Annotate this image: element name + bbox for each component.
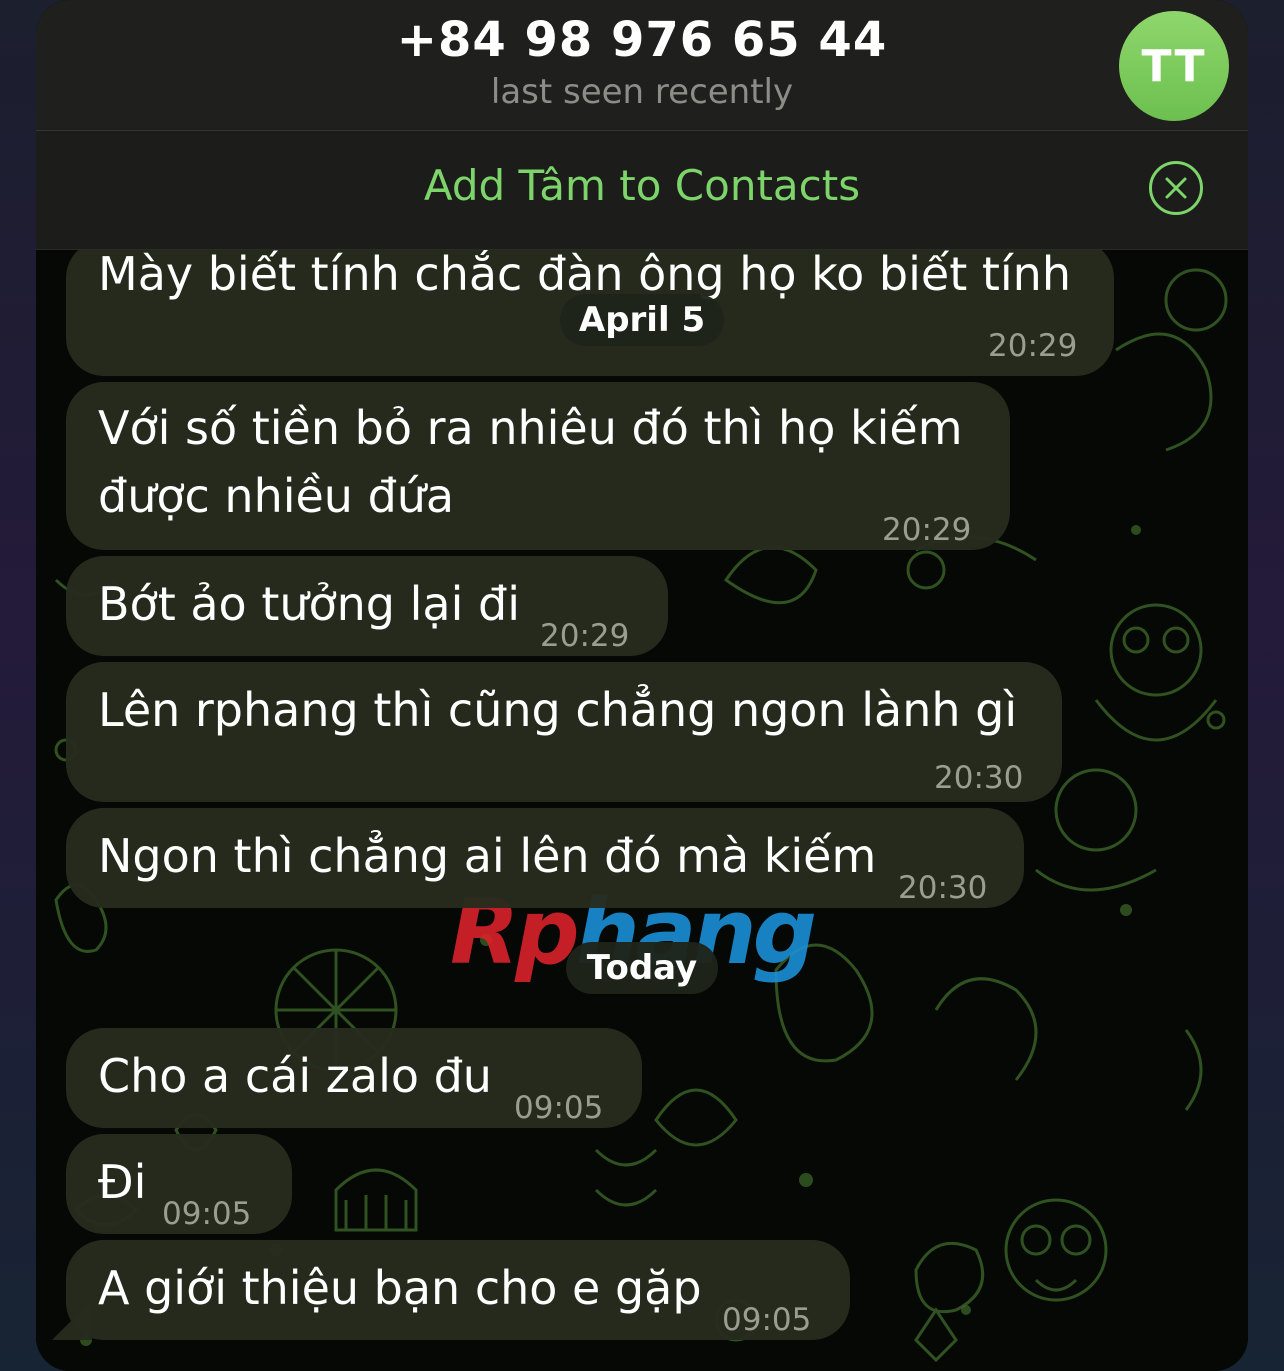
telegram-chat-screen: +84 98 976 65 44 last seen recently TT A… — [36, 0, 1248, 1371]
add-to-contacts-button[interactable]: Add Tâm to Contacts — [36, 161, 1248, 210]
message-bubble[interactable]: A giới thiệu bạn cho e gặp 09:05 — [66, 1240, 850, 1340]
message-time: 09:05 — [722, 1302, 812, 1338]
close-icon[interactable] — [1149, 161, 1203, 215]
message-bubble[interactable]: Lên rphang thì cũng chẳng ngon lành gì 2… — [66, 662, 1062, 802]
message-list[interactable]: Mày biết tính chắc đàn ông họ ko biết tí… — [36, 250, 1248, 1371]
avatar-initials: TT — [1141, 40, 1207, 92]
message-bubble[interactable]: Đi 09:05 — [66, 1134, 292, 1234]
message-time: 09:05 — [162, 1196, 252, 1232]
message-time: 20:30 — [934, 760, 1024, 796]
message-bubble[interactable]: Ngon thì chẳng ai lên đó mà kiếm 20:30 — [66, 808, 1024, 908]
message-text: Cho a cái zalo đu — [98, 1049, 492, 1103]
message-bubble[interactable]: Bớt ảo tưởng lại đi 20:29 — [66, 556, 668, 656]
message-text: A giới thiệu bạn cho e gặp — [98, 1261, 702, 1315]
chat-header: +84 98 976 65 44 last seen recently TT — [36, 0, 1248, 131]
message-text: Với số tiền bỏ ra nhiêu đó thì họ kiếm — [98, 401, 963, 455]
message-text: Ngon thì chẳng ai lên đó mà kiếm — [98, 829, 877, 883]
date-separator: Today — [566, 942, 718, 994]
message-text: được nhiều đứa — [98, 469, 455, 523]
message-time: 20:30 — [898, 870, 988, 906]
add-contact-bar: Add Tâm to Contacts — [36, 131, 1248, 250]
close-x-glyph — [1165, 177, 1187, 199]
last-seen-status: last seen recently — [490, 72, 794, 112]
message-bubble[interactable]: Với số tiền bỏ ra nhiêu đó thì họ kiếm đ… — [66, 382, 1010, 550]
message-text: Bớt ảo tưởng lại đi — [98, 577, 520, 631]
message-time: 20:29 — [988, 328, 1078, 364]
message-text: Lên rphang thì cũng chẳng ngon lành gì — [98, 683, 1018, 737]
message-time: 20:29 — [882, 512, 972, 548]
date-separator: April 5 — [560, 294, 724, 346]
contact-phone-title[interactable]: +84 98 976 65 44 — [36, 12, 1248, 68]
message-bubble[interactable]: Cho a cái zalo đu 09:05 — [66, 1028, 642, 1128]
message-text: Đi — [98, 1155, 147, 1209]
message-time: 09:05 — [514, 1090, 604, 1126]
message-time: 20:29 — [540, 618, 630, 654]
contact-avatar[interactable]: TT — [1119, 11, 1229, 121]
